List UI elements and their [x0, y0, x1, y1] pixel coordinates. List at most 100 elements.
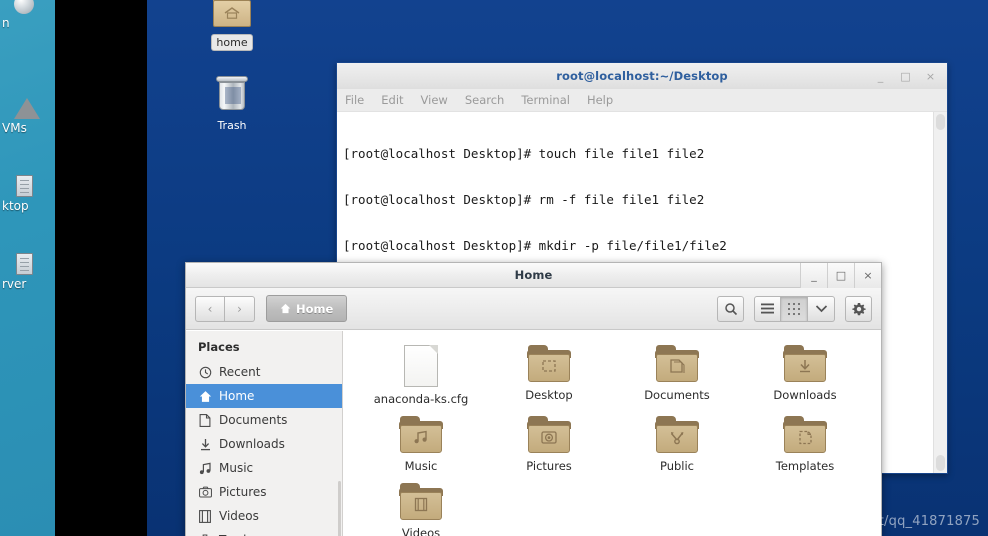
house-glyph — [224, 7, 240, 19]
sidebar-item-documents[interactable]: Documents — [186, 408, 342, 432]
host-icon-vms-label: VMs — [2, 121, 27, 135]
menu-item-edit[interactable]: Edit — [381, 93, 403, 107]
file-manager-sidebar: Places Recent Home Documents Downloads M… — [186, 331, 343, 536]
sidebar-item-pictures-label: Pictures — [219, 485, 267, 499]
file-icon-grid: anaconda-ks.cfg Desktop Documents Downlo… — [343, 331, 881, 536]
search-button[interactable] — [717, 295, 744, 322]
toolbar-right-group — [717, 295, 872, 322]
host-icon-orb-label: n — [2, 16, 10, 30]
menu-item-file[interactable]: File — [345, 93, 364, 107]
forward-button[interactable]: › — [225, 295, 255, 322]
sidebar-item-pictures[interactable]: Pictures — [186, 480, 342, 504]
host-icon-vms[interactable]: VMs — [0, 98, 55, 135]
file-item-pictures[interactable]: Pictures — [485, 412, 613, 473]
file-manager-minimize-button[interactable]: _ — [800, 263, 827, 288]
file-item-downloads[interactable]: Downloads — [741, 341, 869, 406]
clock-icon — [198, 365, 212, 379]
terminal-scrollbar[interactable] — [933, 112, 947, 473]
sidebar-item-downloads[interactable]: Downloads — [186, 432, 342, 456]
file-icon — [404, 345, 438, 387]
folder-symbol-pictures — [541, 431, 557, 444]
folder-icon — [783, 345, 827, 383]
folder-icon — [399, 483, 443, 521]
settings-button[interactable] — [845, 295, 872, 322]
breadcrumb-home-label: Home — [296, 301, 334, 316]
music-icon — [198, 461, 212, 475]
file-manager-title: Home — [514, 268, 553, 282]
terminal-line: [root@localhost Desktop]# rm -f file fil… — [343, 192, 705, 207]
file-item-label: Templates — [775, 459, 835, 473]
file-item-label: Pictures — [526, 459, 572, 473]
view-mode-group — [754, 295, 835, 322]
folder-symbol-templates — [799, 430, 812, 445]
breadcrumb-home[interactable]: Home — [266, 295, 348, 322]
folder-icon — [783, 416, 827, 454]
watermark: https://blog.csdn.net/qq_41871875 — [745, 514, 980, 529]
document-icon — [16, 175, 33, 197]
sidebar-item-documents-label: Documents — [219, 413, 288, 427]
host-icon-orb[interactable]: n — [0, 0, 55, 30]
file-item-public[interactable]: Public — [613, 412, 741, 473]
desktop-icon-trash-label: Trash — [217, 119, 247, 132]
navigation-buttons: ‹ › — [195, 295, 255, 322]
file-item-desktop[interactable]: Desktop — [485, 341, 613, 406]
terminal-line: [root@localhost Desktop]# touch file fil… — [343, 146, 705, 162]
download-icon — [198, 437, 212, 451]
sidebar-item-downloads-label: Downloads — [219, 437, 285, 451]
file-item-label: Downloads — [773, 388, 837, 402]
trash-icon — [216, 76, 248, 110]
file-item-label: Public — [659, 459, 695, 473]
sidebar-item-videos[interactable]: Videos — [186, 504, 342, 528]
sidebar-item-music[interactable]: Music — [186, 456, 342, 480]
file-item-templates[interactable]: Templates — [741, 412, 869, 473]
file-item-videos[interactable]: Videos — [357, 479, 485, 536]
view-options-button[interactable] — [808, 295, 835, 322]
file-item-documents[interactable]: Documents — [613, 341, 741, 406]
document-icon — [198, 413, 212, 427]
file-item-anaconda-ks-cfg[interactable]: anaconda-ks.cfg — [357, 341, 485, 406]
terminal-maximize-button[interactable]: □ — [893, 66, 918, 88]
terminal-scrollbar-thumb-bottom[interactable] — [936, 455, 945, 471]
file-manager-maximize-button[interactable]: □ — [827, 263, 854, 288]
orb-icon — [14, 0, 34, 14]
file-manager-window[interactable]: Home _ □ × ‹ › Home Places Recent Home D… — [185, 262, 882, 536]
folder-symbol-public — [670, 432, 684, 445]
file-manager-close-button[interactable]: × — [854, 263, 881, 288]
back-button[interactable]: ‹ — [195, 295, 225, 322]
desktop-icon-home[interactable]: home — [194, 0, 270, 50]
chevron-down-icon — [815, 305, 827, 313]
terminal-titlebar[interactable]: root@localhost:~/Desktop _ □ × — [337, 63, 947, 89]
menu-item-view[interactable]: View — [421, 93, 448, 107]
menu-item-terminal[interactable]: Terminal — [521, 93, 570, 107]
sidebar-item-recent[interactable]: Recent — [186, 360, 342, 384]
folder-symbol-videos — [414, 497, 428, 512]
host-icon-server[interactable]: rver — [0, 253, 55, 291]
folder-icon — [655, 345, 699, 383]
host-icon-desktop[interactable]: ktop — [0, 175, 55, 213]
host-icon-server-label: rver — [2, 277, 27, 291]
file-list-area[interactable]: anaconda-ks.cfg Desktop Documents Downlo… — [343, 331, 881, 536]
file-item-music[interactable]: Music — [357, 412, 485, 473]
folder-icon — [527, 345, 571, 383]
desktop-icon-trash[interactable]: Trash — [194, 76, 270, 133]
list-view-button[interactable] — [754, 295, 781, 322]
host-icon-desktop-label: ktop — [2, 199, 29, 213]
terminal-title: root@localhost:~/Desktop — [556, 69, 728, 83]
sidebar-item-trash[interactable]: Trash — [186, 528, 342, 536]
terminal-menubar: File Edit View Search Terminal Help — [337, 89, 947, 112]
search-icon — [724, 302, 737, 315]
menu-item-search[interactable]: Search — [465, 93, 505, 107]
terminal-minimize-button[interactable]: _ — [868, 66, 893, 88]
sidebar-item-music-label: Music — [219, 461, 254, 475]
folder-icon — [527, 416, 571, 454]
menu-item-help[interactable]: Help — [587, 93, 613, 107]
sidebar-scrollbar[interactable] — [338, 481, 341, 536]
home-icon — [198, 389, 212, 403]
grid-view-button[interactable] — [781, 295, 808, 322]
sidebar-item-home[interactable]: Home — [186, 384, 342, 408]
file-item-label: anaconda-ks.cfg — [373, 392, 469, 406]
terminal-scrollbar-thumb[interactable] — [936, 114, 945, 130]
file-manager-titlebar[interactable]: Home _ □ × — [186, 263, 881, 288]
terminal-close-button[interactable]: × — [918, 66, 943, 88]
folder-symbol-downloads — [800, 360, 810, 373]
